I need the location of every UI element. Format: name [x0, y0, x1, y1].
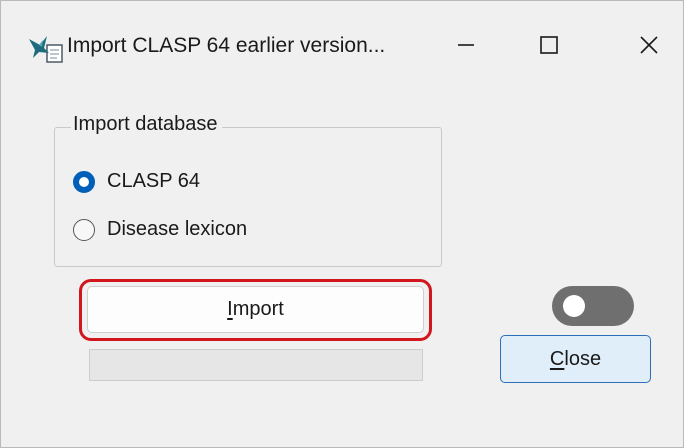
window-title: Import CLASP 64 earlier version...: [67, 34, 386, 57]
toggle-knob: [563, 295, 585, 317]
radio-label: CLASP 64: [107, 170, 201, 192]
group-legend: Import database: [71, 113, 222, 136]
close-button[interactable]: Close: [500, 335, 651, 383]
toggle-switch[interactable]: [552, 286, 634, 326]
minimize-button[interactable]: [426, 17, 506, 77]
import-button[interactable]: Import: [87, 286, 424, 333]
radio-option-clasp64[interactable]: CLASP 64: [73, 170, 200, 193]
radio-option-disease-lexicon[interactable]: Disease lexicon: [73, 218, 247, 241]
radio-button-unchecked[interactable]: [73, 218, 95, 241]
close-mnemonic: C: [549, 347, 565, 370]
title-bar[interactable]: Import CLASP 64 earlier version...: [1, 1, 683, 81]
close-icon: [639, 35, 659, 60]
radio-label: Disease lexicon: [107, 218, 248, 240]
close-window-button[interactable]: [609, 17, 683, 77]
maximize-button[interactable]: [509, 17, 589, 77]
close-label-rest: lose: [564, 347, 602, 370]
maximize-icon: [539, 35, 559, 60]
app-bird-icon: [27, 31, 65, 65]
import-database-group: [54, 127, 442, 267]
progress-bar: [89, 349, 423, 381]
import-label-rest: mport: [232, 298, 284, 320]
import-dialog-window: Import CLASP 64 earlier version... Impor…: [0, 0, 684, 448]
minimize-icon: [456, 35, 476, 60]
radio-button-checked[interactable]: [73, 170, 95, 193]
